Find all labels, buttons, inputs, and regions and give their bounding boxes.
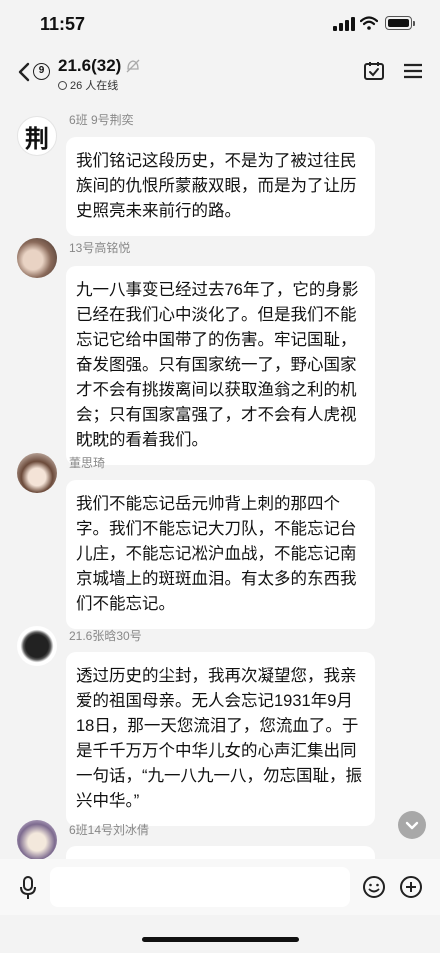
message-bubble[interactable]: 我们不能忘记岳元帅背上刺的那四个字。我们不能忘记大刀队，不能忘记台儿庄，不能忘记… bbox=[66, 480, 375, 629]
online-icon bbox=[58, 80, 67, 90]
battery-tip bbox=[413, 21, 415, 26]
message-bubble[interactable]: 九一八事变已经过去76年了，它的身影已经在我们心中淡化了。但是我们不能忘记它给中… bbox=[66, 266, 375, 465]
emoji-icon[interactable] bbox=[362, 875, 386, 899]
input-bar bbox=[0, 859, 440, 915]
back-icon[interactable] bbox=[16, 60, 32, 84]
home-indicator bbox=[142, 937, 299, 942]
avatar-text: 荆 bbox=[25, 123, 49, 153]
status-bar: 11:57 bbox=[0, 0, 440, 50]
status-time: 11:57 bbox=[40, 14, 86, 34]
chevron-down-icon bbox=[405, 821, 419, 830]
sender-name: 董思琦 bbox=[69, 456, 106, 470]
avatar[interactable] bbox=[17, 238, 57, 278]
group-title[interactable]: 21.6(32) bbox=[58, 56, 121, 76]
online-status: 26 人在线 bbox=[58, 77, 118, 93]
wifi-icon bbox=[360, 16, 378, 30]
message-bubble[interactable]: 我们铭记这段历史，不是为了被过往民族间的仇恨所蒙蔽双眼，而是为了让历史照亮未来前… bbox=[66, 137, 375, 236]
avatar[interactable] bbox=[17, 453, 57, 493]
chat-screen: 11:57 9 21.6(32) 26 人在线 荆 6班 9号荆奕 我们铭记这段… bbox=[0, 0, 440, 953]
sender-name: 13号高铭悦 bbox=[69, 241, 131, 255]
mute-icon bbox=[126, 59, 140, 73]
avatar[interactable] bbox=[17, 626, 57, 666]
sender-name: 6班14号刘冰倩 bbox=[69, 823, 150, 837]
sender-name: 6班 9号荆奕 bbox=[69, 113, 134, 127]
calendar-icon[interactable] bbox=[363, 60, 385, 82]
avatar[interactable]: 荆 bbox=[17, 116, 57, 156]
avatar[interactable] bbox=[17, 820, 57, 860]
signal-icon bbox=[333, 17, 355, 31]
unread-count-badge: 9 bbox=[33, 63, 50, 80]
chat-header: 9 21.6(32) 26 人在线 bbox=[0, 50, 440, 98]
message-input[interactable] bbox=[50, 867, 350, 907]
menu-icon[interactable] bbox=[403, 62, 423, 80]
battery-icon bbox=[385, 16, 412, 30]
sender-name: 21.6张晗30号 bbox=[69, 629, 142, 643]
microphone-icon[interactable] bbox=[18, 875, 38, 901]
online-count: 26 人在线 bbox=[70, 80, 119, 92]
message-bubble[interactable]: 透过历史的尘封，我再次凝望您，我亲爱的祖国母亲。无人会忘记1931年9月18日，… bbox=[66, 652, 375, 826]
scroll-down-button[interactable] bbox=[398, 811, 426, 839]
plus-icon[interactable] bbox=[399, 875, 423, 899]
